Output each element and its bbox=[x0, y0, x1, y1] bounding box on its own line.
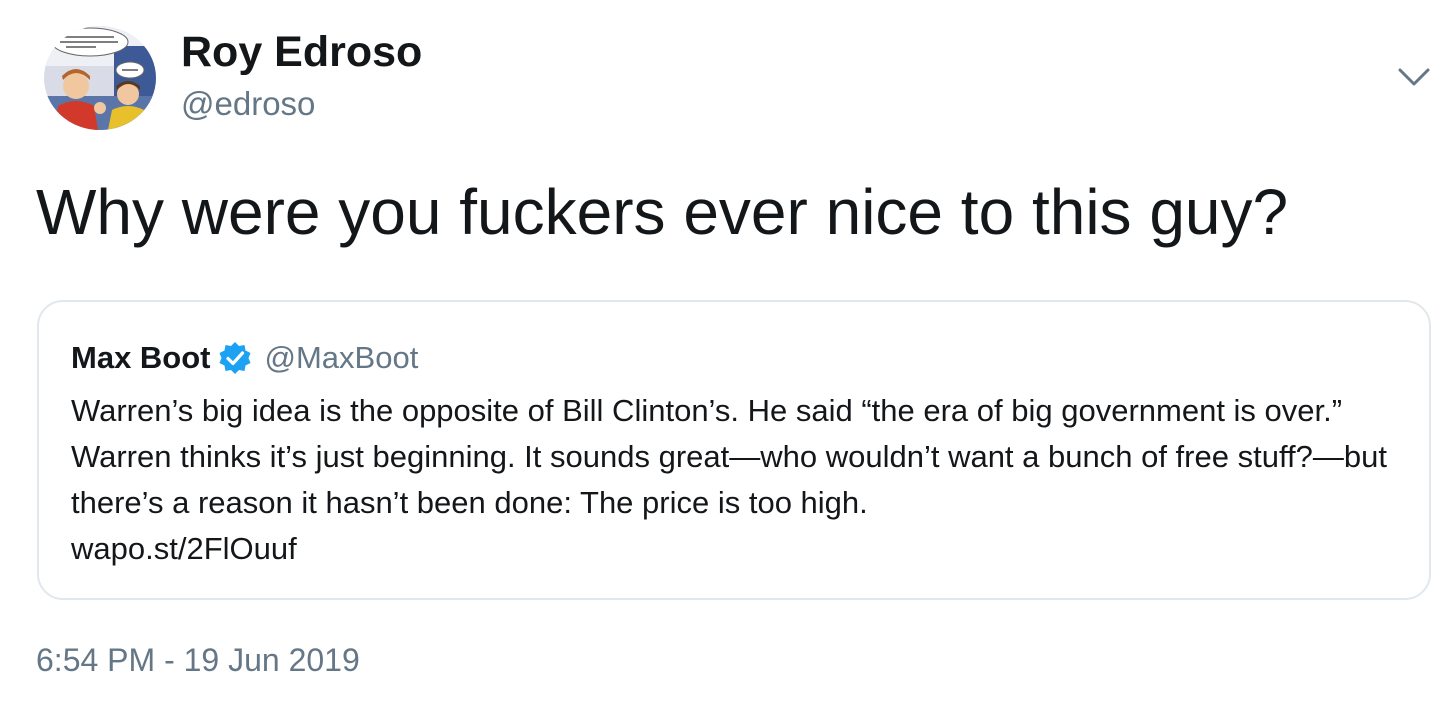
verified-badge-icon bbox=[217, 340, 253, 376]
quoted-author-name[interactable]: Max Boot bbox=[71, 340, 211, 376]
author-handle[interactable]: @edroso bbox=[181, 84, 315, 124]
quoted-tweet-header: Max Boot @MaxBoot bbox=[71, 338, 418, 378]
avatar-illustration bbox=[44, 26, 156, 130]
tweet-timestamp[interactable]: 6:54 PM - 19 Jun 2019 bbox=[36, 640, 360, 680]
quoted-tweet-text: Warren’s big idea is the opposite of Bil… bbox=[71, 393, 1387, 520]
author-display-name[interactable]: Roy Edroso bbox=[181, 28, 422, 76]
quoted-tweet-body: Warren’s big idea is the opposite of Bil… bbox=[71, 388, 1411, 572]
quoted-tweet-card[interactable]: Max Boot @MaxBoot Warren’s big idea is t… bbox=[37, 300, 1431, 600]
quoted-author-handle[interactable]: @MaxBoot bbox=[265, 340, 419, 376]
chevron-down-icon[interactable] bbox=[1396, 62, 1432, 90]
tweet-text: Why were you fuckers ever nice to this g… bbox=[36, 176, 1289, 248]
avatar[interactable] bbox=[44, 26, 156, 130]
quoted-tweet-link[interactable]: wapo.st/2FlOuuf bbox=[71, 526, 1411, 572]
